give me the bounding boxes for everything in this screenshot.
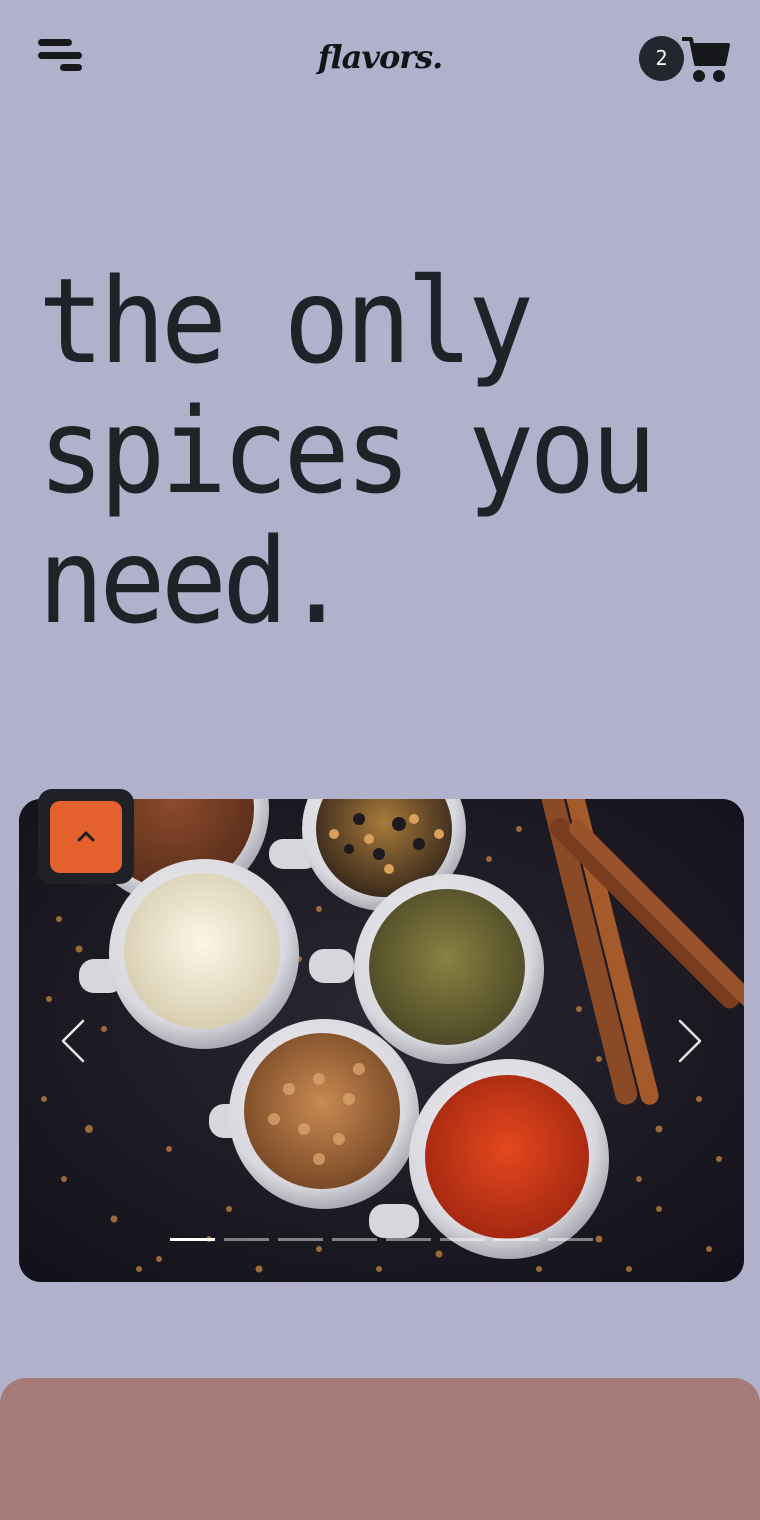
- carousel-dot[interactable]: [386, 1238, 431, 1241]
- scroll-to-top-button[interactable]: [38, 789, 134, 884]
- carousel-dot[interactable]: [332, 1238, 377, 1241]
- cart-count-badge: 2: [639, 36, 684, 81]
- chevron-left-icon[interactable]: [59, 1019, 89, 1063]
- hero-heading: the only spices you need.: [38, 256, 680, 646]
- carousel-dot[interactable]: [494, 1238, 539, 1241]
- carousel-pagination: [170, 1238, 593, 1244]
- carousel-dot[interactable]: [440, 1238, 485, 1241]
- cart-button[interactable]: 2: [634, 32, 730, 86]
- scroll-to-top-inner: [50, 801, 122, 873]
- carousel-dot[interactable]: [548, 1238, 593, 1241]
- hero-line: spices you: [38, 382, 657, 520]
- carousel-dot[interactable]: [224, 1238, 269, 1241]
- bottom-section: [0, 1378, 760, 1520]
- cart-icon: [682, 37, 730, 82]
- chevron-right-icon[interactable]: [674, 1019, 704, 1063]
- chevron-up-icon: [77, 831, 95, 842]
- hero-line: need.: [38, 512, 350, 650]
- carousel-dot[interactable]: [170, 1238, 215, 1241]
- hero-line: the only: [38, 252, 534, 390]
- carousel-dot[interactable]: [278, 1238, 323, 1241]
